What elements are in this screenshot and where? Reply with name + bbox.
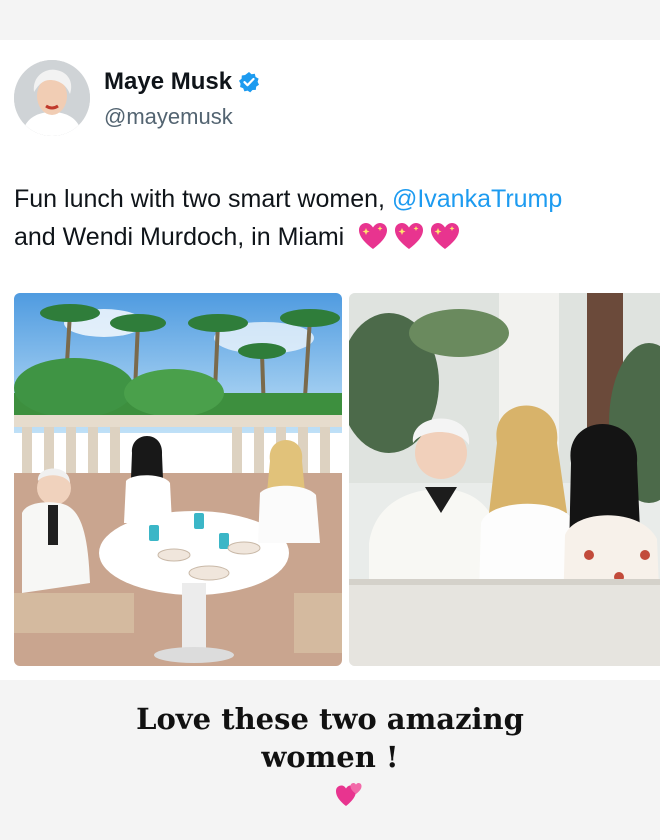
emoji-group	[357, 221, 461, 251]
author-name-row[interactable]: Maye Musk	[104, 68, 260, 96]
verified-badge-icon	[239, 72, 260, 93]
author-handle[interactable]: @mayemusk	[104, 104, 233, 130]
mention-link[interactable]: @IvankaTrump	[392, 185, 562, 213]
tweet-text-line1: Fun lunch with two smart women,	[14, 185, 385, 213]
tweet-text-line2: and Wendi Murdoch, in Miami	[14, 223, 345, 251]
sparkling-heart-icon	[359, 223, 388, 249]
two-hearts-icon	[336, 783, 362, 806]
photo-lunch-table[interactable]	[14, 293, 342, 666]
tweet-card[interactable]: Maye Musk @mayemusk Fun lunch with two s…	[0, 40, 660, 680]
story-caption: Love these two amazing women !	[0, 700, 660, 776]
story-caption-line2: women !	[261, 740, 399, 774]
sparkling-heart-icon	[431, 223, 460, 249]
sparkling-heart-icon	[395, 223, 424, 249]
avatar[interactable]	[14, 60, 90, 136]
author-name[interactable]: Maye Musk	[104, 68, 232, 96]
photo-three-women[interactable]	[349, 293, 660, 666]
tweet-text: Fun lunch with two smart women, @IvankaT…	[14, 180, 654, 256]
story-caption-line1: Love these two amazing	[136, 702, 524, 736]
